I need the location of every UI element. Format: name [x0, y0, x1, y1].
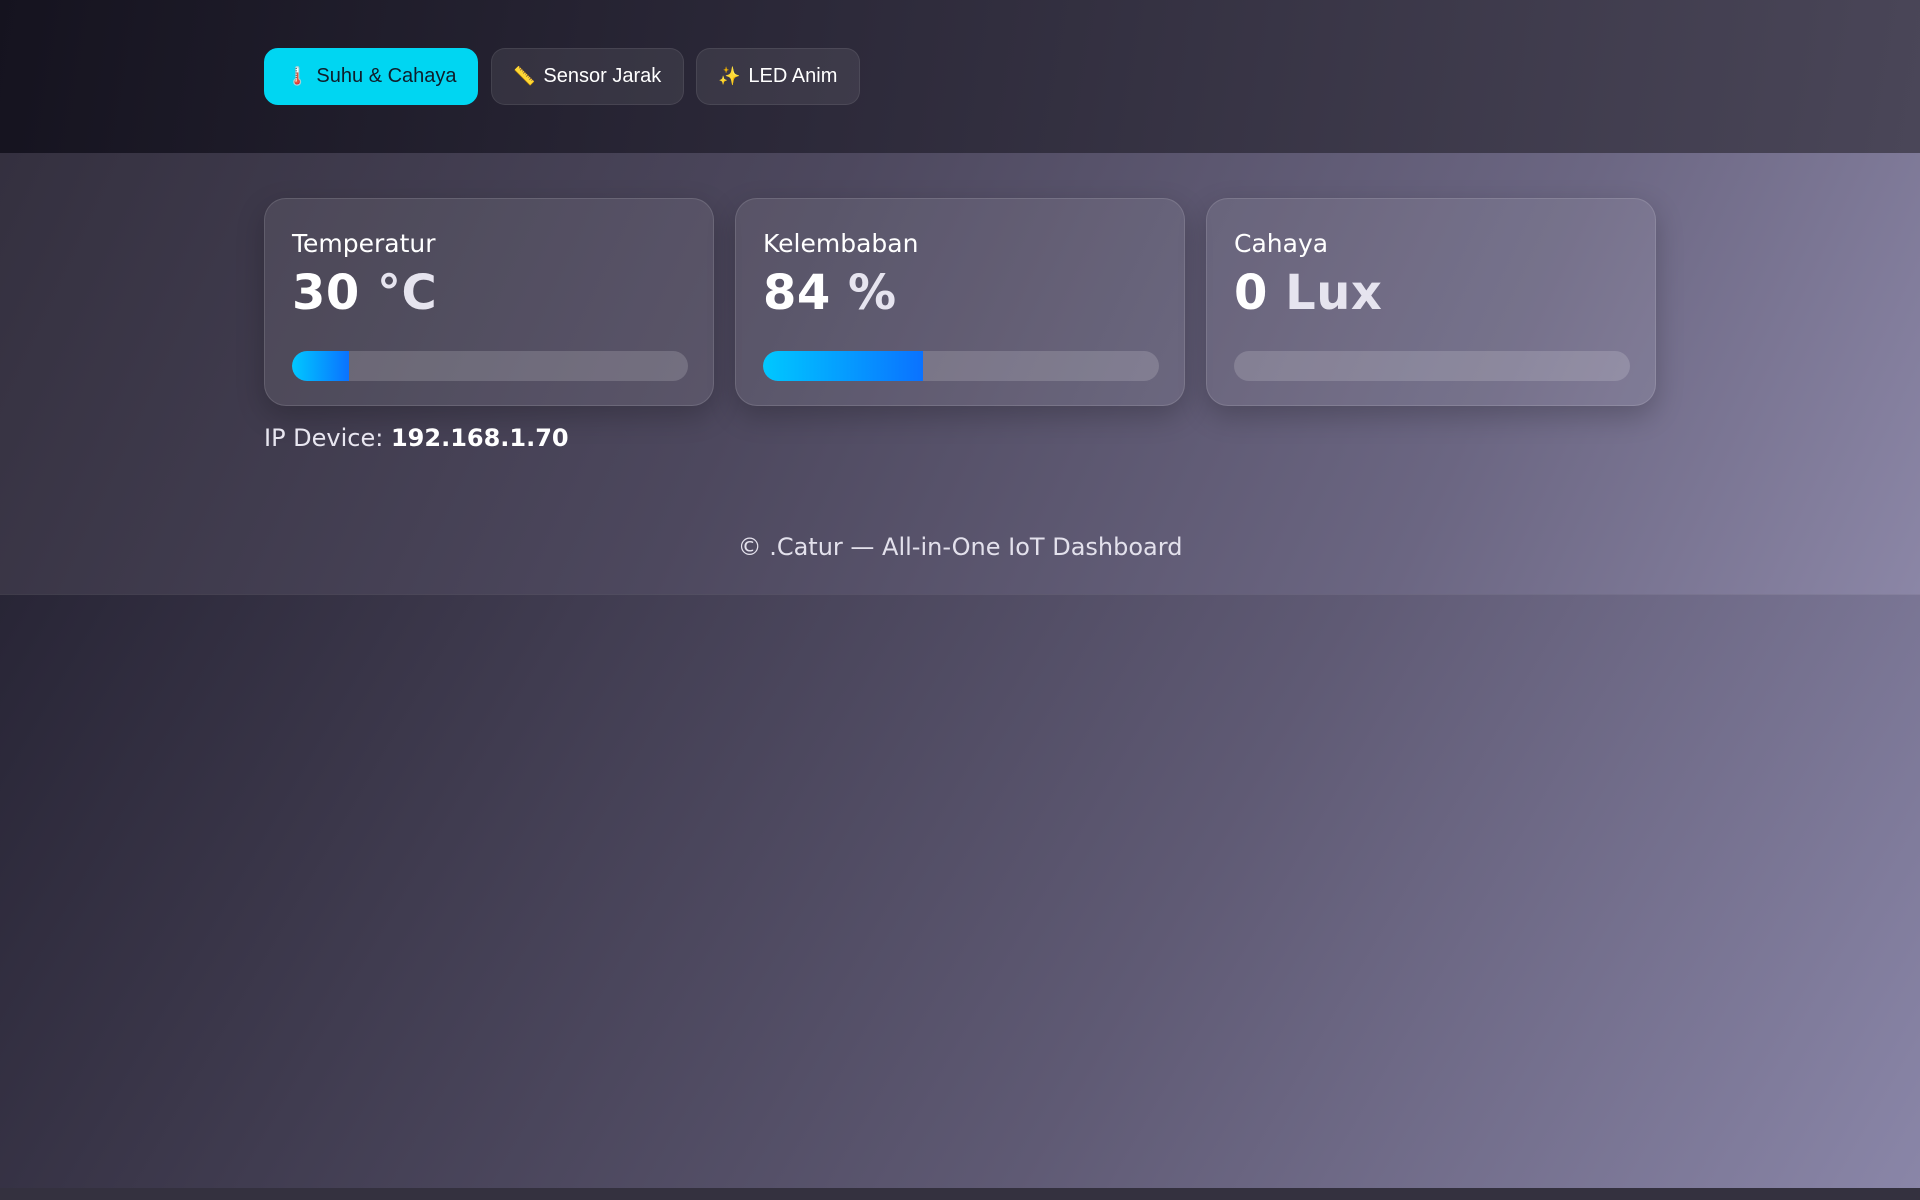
- value-number: 30: [292, 265, 360, 321]
- device-ip: IP Device: 192.168.1.70: [264, 424, 569, 452]
- bottom-edge: [0, 1188, 1920, 1200]
- card-value: 0 Lux: [1234, 265, 1382, 321]
- value-unit: °C: [377, 265, 438, 321]
- top-nav-bar: 🌡️ Suhu & Cahaya 📏 Sensor Jarak ✨ LED An…: [0, 0, 1920, 153]
- value-number: 0: [1234, 265, 1268, 321]
- card-label: Temperatur: [292, 229, 436, 258]
- light-card: Cahaya 0 Lux: [1206, 198, 1656, 406]
- card-label: Cahaya: [1234, 229, 1329, 258]
- temperature-card: Temperatur 30 °C: [264, 198, 714, 406]
- value-unit: %: [848, 265, 897, 321]
- card-value: 84 %: [763, 265, 897, 321]
- value-unit: Lux: [1285, 265, 1383, 321]
- progress-bar: [292, 351, 688, 381]
- ip-value: 192.168.1.70: [390, 424, 569, 452]
- humidity-card: Kelembaban 84 %: [735, 198, 1185, 406]
- ip-label: IP Device:: [264, 424, 384, 452]
- progress-bar: [1234, 351, 1630, 381]
- tab-sensor-jarak[interactable]: 📏 Sensor Jarak: [491, 48, 684, 105]
- ruler-icon: 📏: [513, 66, 536, 86]
- card-label: Kelembaban: [763, 229, 919, 258]
- tab-label: LED Anim: [748, 65, 838, 87]
- progress-fill: [292, 351, 350, 381]
- tab-led-anim[interactable]: ✨ LED Anim: [696, 48, 860, 105]
- dashboard-panel: Temperatur 30 °C Kelembaban 84 % Cahaya …: [0, 153, 1920, 595]
- sparkles-icon: ✨: [718, 66, 741, 86]
- value-number: 84: [763, 265, 831, 321]
- tab-label: Suhu & Cahaya: [316, 65, 457, 87]
- progress-bar: [763, 351, 1159, 381]
- footer-text: © .Catur — All-in-One IoT Dashboard: [737, 533, 1183, 561]
- card-value: 30 °C: [292, 265, 437, 321]
- tab-label: Sensor Jarak: [543, 65, 662, 87]
- thermometer-icon: 🌡️: [286, 66, 309, 86]
- tab-suhu-cahaya[interactable]: 🌡️ Suhu & Cahaya: [264, 48, 478, 105]
- progress-fill: [763, 351, 924, 381]
